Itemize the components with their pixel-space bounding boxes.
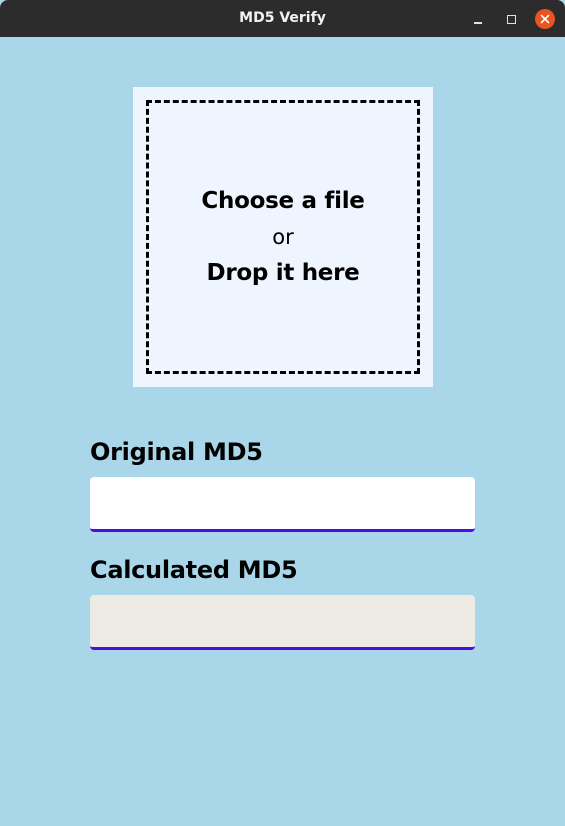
file-drop-zone[interactable]: Choose a file or Drop it here <box>133 87 433 387</box>
calculated-md5-field <box>90 595 475 650</box>
minimize-button[interactable] <box>468 9 488 29</box>
maximize-button[interactable] <box>501 9 521 29</box>
drop-zone-border[interactable]: Choose a file or Drop it here <box>146 100 420 374</box>
title-bar[interactable]: MD5 Verify <box>0 0 565 37</box>
calculated-md5-label: Calculated MD5 <box>90 556 298 584</box>
maximize-icon <box>506 14 516 24</box>
minimize-icon <box>474 21 482 24</box>
choose-file-text[interactable]: Choose a file <box>201 183 364 219</box>
or-text: or <box>272 225 294 249</box>
original-md5-label: Original MD5 <box>90 438 263 466</box>
original-md5-input[interactable] <box>90 477 475 532</box>
drop-here-text: Drop it here <box>206 260 360 286</box>
app-window: MD5 Verify Choose a file or Drop it here… <box>0 0 565 826</box>
close-button[interactable] <box>535 9 555 29</box>
close-icon <box>540 14 550 24</box>
